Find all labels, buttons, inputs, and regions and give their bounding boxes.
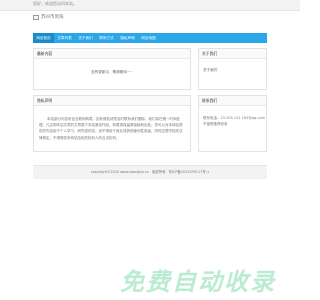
privacy-notice-panel: 隐私声明 本站部分内容来自互联网转载，如有侵权请您及时联系我们删除。我们将在第一… xyxy=(33,95,191,152)
panel-title: 最新内容 xyxy=(34,49,190,59)
contact-panel: 联系我们 联系电话：23.205.141 163@qq.com 不接受推荐收录 xyxy=(198,95,267,152)
about-panel: 关于我们 关于我们 xyxy=(198,48,267,90)
main-nav: 网站首页 文章列表 关于我们 联系方式 隐私声明 网站地图 xyxy=(33,33,267,43)
top-bar: 您好，欢迎您访问本站。 xyxy=(0,0,300,11)
logo-alt-text: 苏州市贤阳 xyxy=(41,15,64,20)
about-text: 关于我们 xyxy=(203,68,218,72)
empty-message: 没有更新中，敬请期待~~ xyxy=(91,70,133,74)
icp-link[interactable]: 鲁ICP备2022099117号-1 xyxy=(169,170,210,174)
contact-note: 不接受推荐收录 xyxy=(203,122,228,126)
nav-item-contact[interactable]: 联系方式 xyxy=(96,33,117,43)
nav-item-privacy[interactable]: 隐私声明 xyxy=(117,33,138,43)
nav-item-home[interactable]: 网站首页 xyxy=(33,33,54,43)
latest-content-panel: 最新内容 没有更新中，敬请期待~~ xyxy=(33,48,191,90)
nav-item-sitemap[interactable]: 网站地图 xyxy=(138,33,159,43)
notice-text: 本站部分内容来自互联网转载，如有侵权请您及时联系我们删除。我们将在第一时间处理。… xyxy=(39,117,183,140)
panel-title: 隐私声明 xyxy=(34,96,190,106)
panel-title: 联系我们 xyxy=(199,96,266,106)
site-logo[interactable]: 苏州市贤阳 xyxy=(33,14,64,20)
site-footer: copyright©2020 www.sdongtai.cn 版权所有 鲁ICP… xyxy=(33,165,267,179)
broken-image-icon xyxy=(33,14,39,20)
watermark-text: 免费自动收录 xyxy=(120,268,276,296)
copyright-text: copyright©2020 www.sdongtai.cn xyxy=(90,170,149,174)
welcome-text: 您好，欢迎您访问本站。 xyxy=(33,1,77,6)
nav-item-articles[interactable]: 文章列表 xyxy=(54,33,75,43)
footer-link[interactable]: 版权所有 xyxy=(152,170,166,174)
panel-title: 关于我们 xyxy=(199,49,266,59)
nav-item-about[interactable]: 关于我们 xyxy=(75,33,96,43)
